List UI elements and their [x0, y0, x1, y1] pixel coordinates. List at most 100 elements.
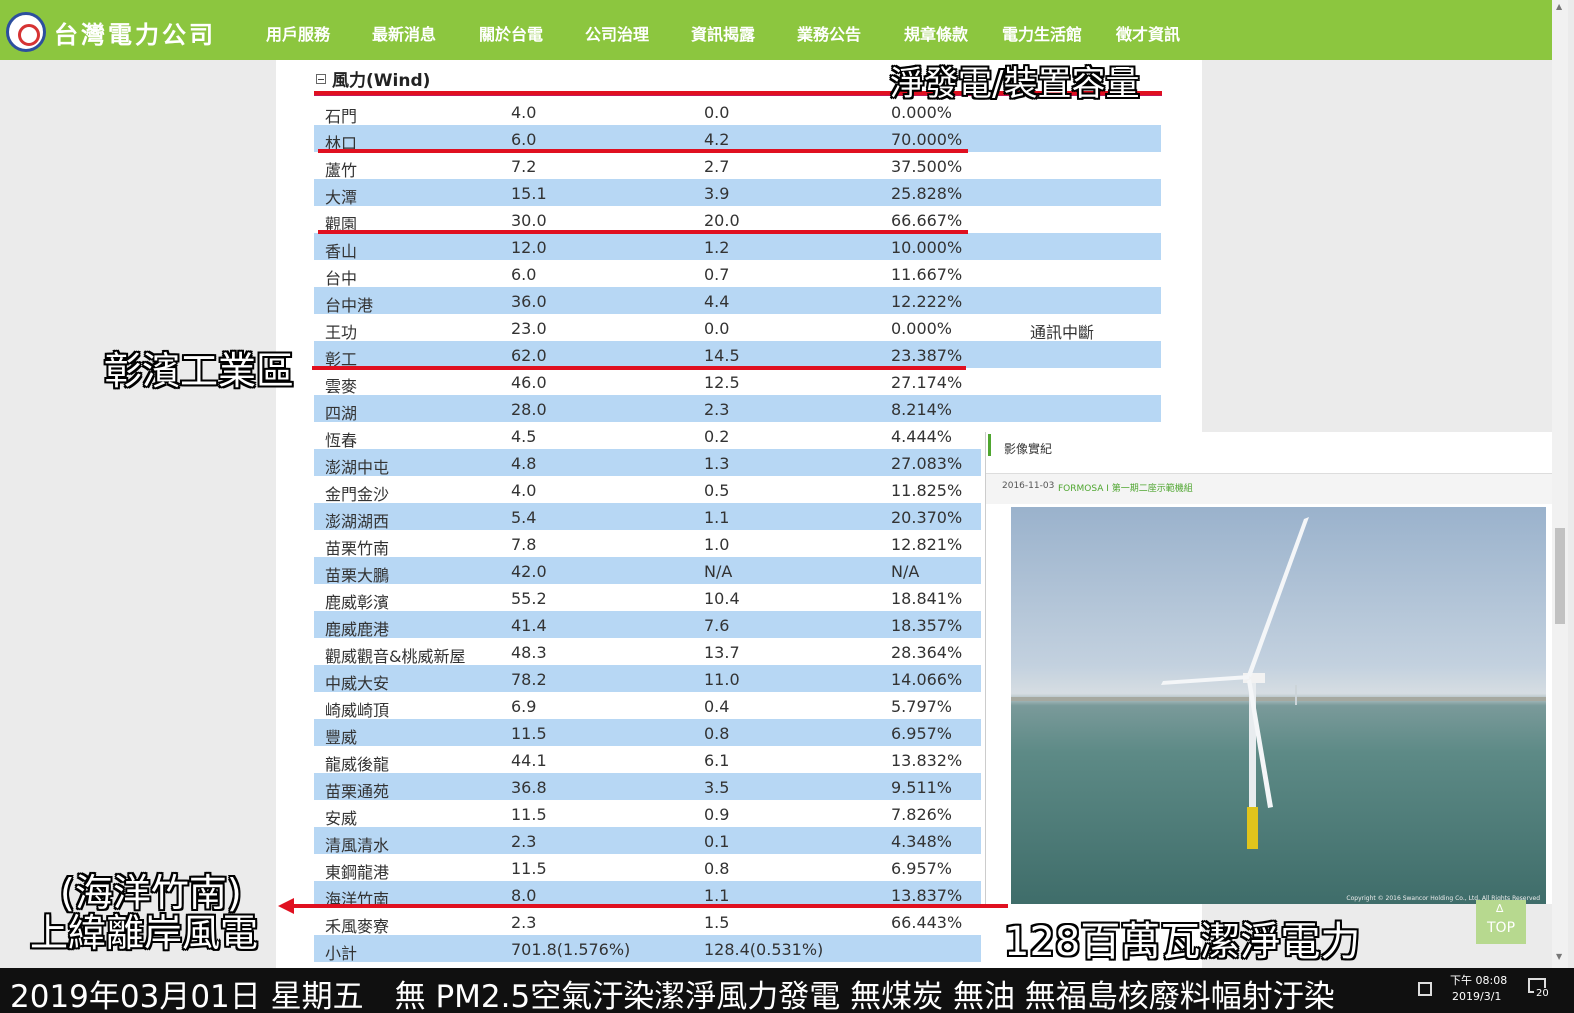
table-cell-capacity: 44.1: [511, 751, 547, 770]
table-cell-capacity: 4.8: [511, 454, 537, 473]
turbine-blade-1: [1247, 517, 1309, 677]
table-cell-name: 蘆竹: [325, 161, 358, 180]
scroll-up-arrow-icon[interactable]: ▲: [1556, 2, 1562, 11]
table-row: 鹿威彰濱 55.2 10.4 18.841%: [314, 584, 981, 612]
annotation-changbin: 彰濱工業區: [104, 349, 295, 393]
turbine-foundation: [1247, 807, 1258, 849]
table-cell-capacity: 5.4: [511, 508, 537, 527]
nav-item-governance[interactable]: 公司治理: [585, 21, 649, 45]
nav-item-about[interactable]: 關於台電: [479, 21, 543, 45]
table-cell-ratio: 12.821%: [891, 535, 963, 554]
collapse-icon[interactable]: [316, 74, 326, 84]
table-cell-ratio: 25.828%: [891, 184, 963, 203]
wind-turbine-illustration: [1011, 517, 1546, 849]
table-cell-capacity: 701.8(1.576%): [511, 940, 631, 959]
section-header-wind[interactable]: 風力(Wind): [316, 66, 430, 91]
table-cell-capacity: 41.4: [511, 616, 547, 635]
table-row: 林口 6.0 4.2 70.000%: [314, 125, 1161, 153]
table-cell-capacity: 2.3: [511, 832, 537, 851]
table-row: 安威 11.5 0.9 7.826%: [314, 800, 981, 828]
coastline: [1011, 697, 1546, 701]
table-cell-ratio: 66.667%: [891, 211, 963, 230]
table-cell-net: 1.2: [704, 238, 730, 257]
table-cell-capacity: 6.0: [511, 130, 537, 149]
table-cell-ratio: 70.000%: [891, 130, 963, 149]
scroll-down-arrow-icon[interactable]: ▼: [1556, 952, 1562, 961]
table-cell-capacity: 48.3: [511, 643, 547, 662]
clock-time[interactable]: 下午 08:08: [1450, 972, 1507, 988]
table-cell-capacity: 4.0: [511, 103, 537, 122]
taipower-logo-icon[interactable]: [6, 12, 46, 52]
table-row: 觀威觀音&桃威新屋 48.3 13.7 28.364%: [314, 638, 981, 666]
table-cell-capacity: 30.0: [511, 211, 547, 230]
table-cell-name: 東鋼龍港: [325, 863, 390, 882]
table-cell-net: 0.5: [704, 481, 730, 500]
annotation-haiyang-line2: 上緯離岸風電: [30, 911, 259, 955]
table-row: 香山 12.0 1.2 10.000%: [314, 233, 1161, 261]
panel-title: 影像實紀: [1004, 442, 1053, 456]
panel-link[interactable]: FORMOSA I 第一期二座示範機組: [1058, 481, 1193, 494]
table-cell-net: 128.4(0.531%): [704, 940, 824, 959]
table-cell-ratio: 18.841%: [891, 589, 963, 608]
table-cell-ratio: 27.083%: [891, 454, 963, 473]
table-cell-capacity: 23.0: [511, 319, 547, 338]
nav-item-careers[interactable]: 徵才資訊: [1116, 21, 1180, 45]
table-cell-ratio: 7.826%: [891, 805, 953, 824]
table-cell-ratio: 20.370%: [891, 508, 963, 527]
table-cell-name: 金門金沙: [325, 485, 390, 504]
table-row: 豐威 11.5 0.8 6.957%: [314, 719, 981, 747]
panel-accent-bar: [988, 434, 991, 456]
notification-badge: 20: [1534, 988, 1551, 999]
table-cell-net: 3.5: [704, 778, 730, 797]
table-cell-net: 12.5: [704, 373, 740, 392]
table-cell-net: N/A: [704, 562, 733, 581]
table-cell-capacity: 7.8: [511, 535, 537, 554]
nav-item-announcements[interactable]: 業務公告: [797, 21, 861, 45]
tray-window-icon[interactable]: [1418, 982, 1432, 996]
table-row: 龍威後龍 44.1 6.1 13.832%: [314, 746, 981, 774]
nav-item-regulations[interactable]: 規章條款: [904, 21, 968, 45]
table-cell-capacity: 4.0: [511, 481, 537, 500]
table-cell-net: 0.0: [704, 319, 730, 338]
table-cell-name: 鹿威鹿港: [325, 620, 390, 639]
table-cell-capacity: 42.0: [511, 562, 547, 581]
table-cell-net: 7.6: [704, 616, 730, 635]
table-cell-ratio: 23.387%: [891, 346, 963, 365]
nav-item-customer-service[interactable]: 用戶服務: [266, 21, 330, 45]
table-cell-capacity: 36.0: [511, 292, 547, 311]
panel-date: 2016-11-03: [1002, 481, 1055, 491]
table-cell-capacity: 12.0: [511, 238, 547, 257]
table-cell-name: 雲麥: [325, 377, 358, 396]
table-row: 東鋼龍港 11.5 0.8 6.957%: [314, 854, 981, 882]
table-cell-net: 14.5: [704, 346, 740, 365]
table-cell-capacity: 6.0: [511, 265, 537, 284]
table-cell-ratio: 12.222%: [891, 292, 963, 311]
table-cell-capacity: 36.8: [511, 778, 547, 797]
table-row: 台中 6.0 0.7 11.667%: [314, 260, 1161, 288]
table-cell-ratio: 4.348%: [891, 832, 953, 851]
table-cell-name: 澎湖湖西: [325, 512, 390, 531]
scrollbar[interactable]: ▲ ▼: [1552, 0, 1568, 968]
table-cell-ratio: 11.825%: [891, 481, 963, 500]
table-cell-ratio: 0.000%: [891, 319, 953, 338]
table-cell-ratio: 6.957%: [891, 724, 953, 743]
table-cell-name: 小計: [325, 944, 358, 963]
table-cell-ratio: 9.511%: [891, 778, 953, 797]
clock-date[interactable]: 2019/3/1: [1452, 990, 1501, 1003]
table-cell-capacity: 28.0: [511, 400, 547, 419]
nav-item-living-hall[interactable]: 電力生活館: [1002, 21, 1082, 45]
back-to-top-button[interactable]: ∆ TOP: [1476, 900, 1526, 944]
scrollbar-thumb[interactable]: [1555, 528, 1565, 624]
turbine-blade-2: [1161, 675, 1249, 685]
table-cell-ratio: 66.443%: [891, 913, 963, 932]
table-cell-ratio: 6.957%: [891, 859, 953, 878]
table-row: 台中港 36.0 4.4 12.222%: [314, 287, 1161, 315]
table-cell-name: 苗栗通苑: [325, 782, 390, 801]
table-cell-ratio: 11.667%: [891, 265, 963, 284]
nav-item-disclosure[interactable]: 資訊揭露: [691, 21, 755, 45]
site-logo-text[interactable]: 台灣電力公司: [54, 15, 216, 50]
table-cell-net: 2.7: [704, 157, 730, 176]
nav-item-news[interactable]: 最新消息: [372, 21, 436, 45]
table-cell-name: 中威大安: [325, 674, 390, 693]
table-cell-ratio: 8.214%: [891, 400, 953, 419]
